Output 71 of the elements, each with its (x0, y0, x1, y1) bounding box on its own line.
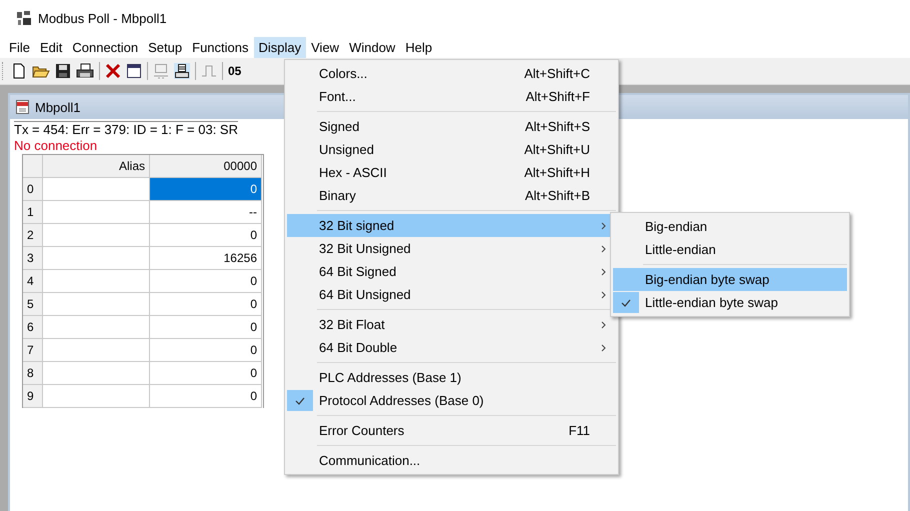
menu-item[interactable]: 64 Bit Double (287, 336, 616, 359)
column-header: 00000 (150, 155, 262, 178)
printer-icon[interactable] (174, 63, 190, 79)
table-cell[interactable] (43, 362, 150, 385)
table-cell[interactable]: 0 (150, 293, 262, 316)
menu-item[interactable]: Little-endian byte swap (613, 291, 847, 314)
menu-item[interactable]: Window (344, 36, 400, 58)
menu-item[interactable]: Edit (34, 36, 68, 58)
status-line: Tx = 454: Err = 379: ID = 1: F = 03: SR (14, 121, 238, 138)
menu-item[interactable]: Big-endian (613, 215, 847, 238)
checkmark-icon (295, 396, 305, 404)
row-header: 2 (23, 224, 43, 247)
table-cell[interactable]: 0 (150, 362, 262, 385)
corner-cell (23, 155, 43, 178)
menu-item[interactable]: Signed Alt+Shift+S (287, 115, 616, 138)
menu-item[interactable]: File (4, 36, 35, 58)
menu-item[interactable]: PLC Addresses (Base 1) (287, 366, 616, 389)
row-header: 0 (23, 178, 43, 201)
window-icon[interactable] (126, 63, 142, 79)
table-cell[interactable]: 16256 (150, 247, 262, 270)
table-cell[interactable]: 0 (150, 178, 262, 201)
row-header: 6 (23, 316, 43, 339)
delete-icon[interactable] (105, 63, 121, 79)
row-header: 9 (23, 385, 43, 408)
row-header: 3 (23, 247, 43, 270)
row-header: 4 (23, 270, 43, 293)
menu-item[interactable]: Little-endian (613, 238, 847, 261)
table-cell[interactable]: 0 (150, 385, 262, 408)
menu-item[interactable]: Binary Alt+Shift+B (287, 184, 616, 207)
app-icon (16, 10, 32, 26)
menu-item[interactable]: View (306, 36, 344, 58)
toolbar-text: 05 (228, 64, 242, 78)
table-cell[interactable] (43, 316, 150, 339)
new-document-icon[interactable] (11, 63, 27, 79)
table-cell[interactable] (43, 339, 150, 362)
row-header: 7 (23, 339, 43, 362)
table-cell[interactable] (43, 385, 150, 408)
connection-error: No connection (14, 138, 98, 154)
menu-item[interactable]: Colors... Alt+Shift+C (287, 62, 616, 85)
menu-item[interactable]: 32 Bit Float (287, 313, 616, 336)
column-header: Alias (43, 155, 150, 178)
printer-icon[interactable] (76, 63, 94, 79)
menu-item[interactable]: Communication... (287, 449, 616, 472)
menu-item[interactable]: Connection (67, 36, 144, 58)
checkmark-icon (621, 298, 631, 306)
menu-item[interactable]: Error Counters F11 (287, 419, 616, 442)
menu-item[interactable]: Big-endian byte swap (613, 268, 847, 291)
table-cell[interactable] (43, 270, 150, 293)
menu-item[interactable]: Font... Alt+Shift+F (287, 85, 616, 108)
menu-item[interactable]: Display (254, 36, 306, 58)
row-header: 8 (23, 362, 43, 385)
table-cell[interactable]: 0 (150, 224, 262, 247)
window-title: Modbus Poll - Mbpoll1 (38, 10, 167, 26)
document-icon (15, 99, 31, 115)
menu-item[interactable]: Hex - ASCII Alt+Shift+H (287, 161, 616, 184)
menu-item[interactable]: Unsigned Alt+Shift+U (287, 138, 616, 161)
table-cell[interactable] (43, 293, 150, 316)
menu-item[interactable]: Functions (187, 36, 254, 58)
menu-item[interactable]: Protocol Addresses (Base 0) (287, 389, 616, 412)
table-cell[interactable]: 0 (150, 339, 262, 362)
table-cell[interactable]: 0 (150, 316, 262, 339)
row-header: 5 (23, 293, 43, 316)
table-cell[interactable] (43, 247, 150, 270)
table-cell[interactable]: 0 (150, 270, 262, 293)
table-cell[interactable] (43, 224, 150, 247)
table-cell[interactable]: -- (150, 201, 262, 224)
menu-item[interactable]: Setup (143, 36, 188, 58)
table-cell[interactable] (43, 201, 150, 224)
document-title: Mbpoll1 (35, 100, 81, 114)
menu-item[interactable]: Help (400, 36, 438, 58)
row-header: 1 (23, 201, 43, 224)
